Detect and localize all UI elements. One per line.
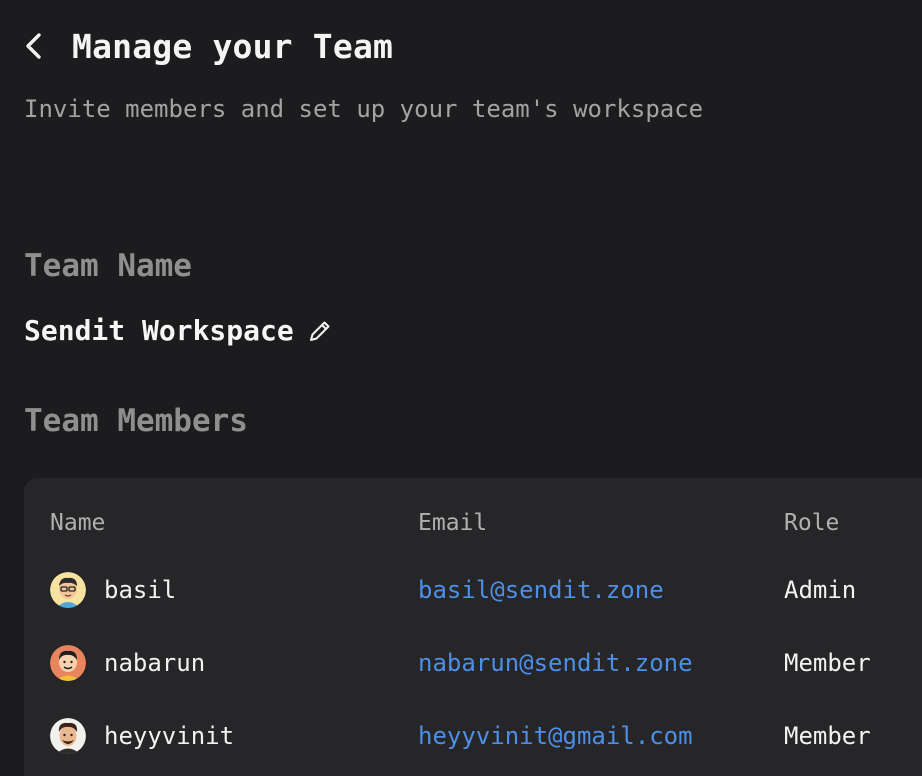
member-role: Admin (784, 576, 857, 604)
member-name: heyyvinit (104, 722, 235, 750)
member-name: basil (104, 576, 177, 604)
avatar-face-icon (50, 572, 86, 608)
member-role: Member (784, 649, 871, 677)
table-row: heyyvinit heyyvinit@gmail.com Member (24, 712, 922, 760)
team-name-heading: Team Name (24, 248, 192, 284)
back-button[interactable] (24, 26, 54, 66)
page-title: Manage your Team (72, 26, 394, 66)
avatar (50, 718, 86, 754)
column-header-name: Name (50, 510, 106, 536)
team-name-row: Sendit Workspace (24, 314, 334, 347)
avatar-face-icon (50, 718, 86, 754)
avatar (50, 645, 86, 681)
member-name: nabarun (104, 649, 206, 677)
team-name-value: Sendit Workspace (24, 314, 294, 347)
column-header-email: Email (418, 510, 488, 536)
pencil-icon (309, 321, 330, 341)
edit-team-name-button[interactable] (306, 317, 334, 345)
chevron-left-icon (26, 33, 41, 59)
member-role: Member (784, 722, 871, 750)
member-email-link[interactable]: basil@sendit.zone (418, 576, 664, 604)
member-email-link[interactable]: heyyvinit@gmail.com (418, 722, 693, 750)
page-subtitle: Invite members and set up your team's wo… (24, 95, 704, 123)
column-header-role: Role (784, 510, 840, 536)
member-email-link[interactable]: nabarun@sendit.zone (418, 649, 693, 677)
avatar (50, 572, 86, 608)
table-row: basil basil@sendit.zone Admin (24, 566, 922, 614)
avatar-face-icon (50, 645, 86, 681)
table-row: nabarun nabarun@sendit.zone Member (24, 639, 922, 687)
members-table: Name Email Role basil basil@sendit.zone … (24, 478, 922, 776)
page-header: Manage your Team (24, 26, 393, 66)
team-members-heading: Team Members (24, 403, 248, 439)
